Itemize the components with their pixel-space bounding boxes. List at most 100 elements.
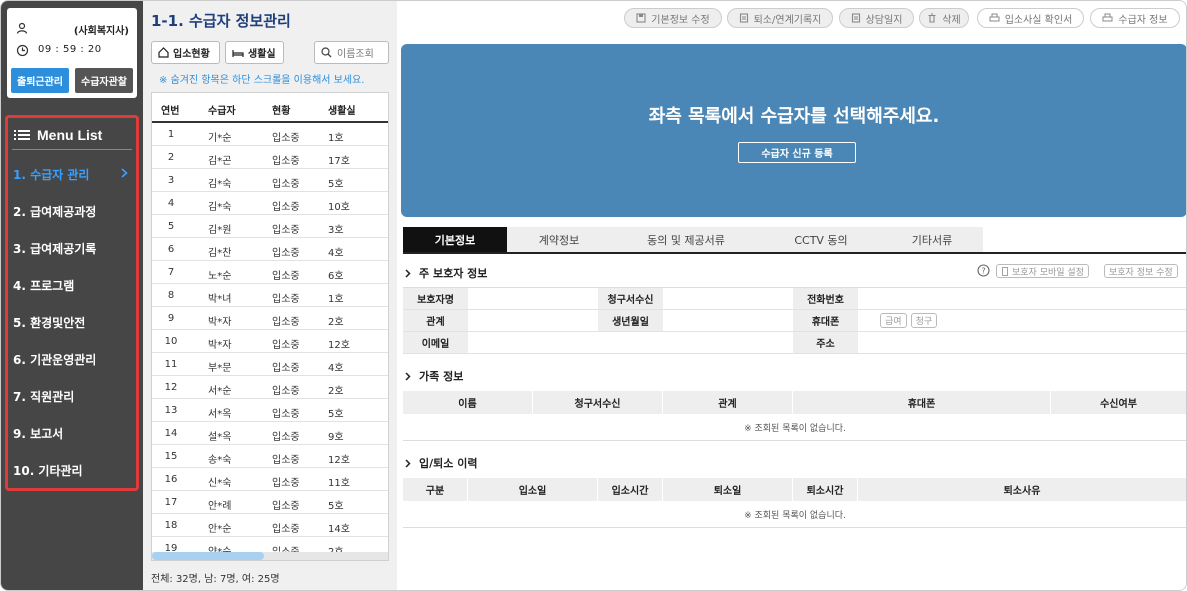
menu-item-label: 7. 직원관리 <box>13 389 75 404</box>
row-room: 2호 <box>328 386 344 397</box>
menu-item-benefit-process[interactable]: 2. 급여제공과정 <box>8 193 136 229</box>
row-name: 기*순 <box>208 133 232 144</box>
table-row[interactable]: 4 김*숙 입소중 10호 <box>152 192 388 215</box>
delete-button[interactable]: 삭제 <box>919 8 969 28</box>
birth-value <box>663 310 793 332</box>
table-row[interactable]: 18 안*순 입소중 14호 <box>152 514 388 537</box>
menu-item-staff[interactable]: 7. 직원관리 <box>8 378 136 414</box>
print-icon <box>1102 13 1113 22</box>
tab-other-docs[interactable]: 기타서류 <box>881 227 983 252</box>
attendance-button[interactable]: 출퇴근관리 <box>11 68 69 93</box>
menu-item-safety[interactable]: 5. 환경및안전 <box>8 304 136 340</box>
table-row[interactable]: 10 박*자 입소중 12호 <box>152 330 388 353</box>
admission-cert-button[interactable]: 입소사실 확인서 <box>977 8 1084 28</box>
bill-badge[interactable]: 청구 <box>910 313 938 328</box>
name-search-input[interactable]: 이름조회 <box>314 41 389 64</box>
table-row[interactable]: 7 노*순 입소중 6호 <box>152 261 388 284</box>
scroll-hint: ※ 숨겨진 항목은 하단 스크롤을 이용해서 보세요. <box>159 75 365 86</box>
menu-item-label: 6. 기관운영관리 <box>13 352 97 367</box>
row-name: 박*자 <box>208 340 232 351</box>
address-value <box>858 332 1186 354</box>
menu-item-program[interactable]: 4. 프로그램 <box>8 267 136 303</box>
room-button[interactable]: 생활실 <box>225 41 284 64</box>
history-col-discharge-date: 퇴소일 <box>663 478 793 501</box>
table-row[interactable]: 3 김*숙 입소중 5호 <box>152 169 388 192</box>
basic-info-edit-button[interactable]: 기본정보 수정 <box>624 8 722 28</box>
table-row[interactable]: 15 송*숙 입소중 12호 <box>152 445 388 468</box>
birth-label: 생년월일 <box>598 310 663 332</box>
row-status: 입소중 <box>272 363 300 374</box>
table-row[interactable]: 8 박*녀 입소중 1호 <box>152 284 388 307</box>
menu-item-label: 9. 보고서 <box>13 426 64 441</box>
row-status: 입소중 <box>272 202 300 213</box>
recipient-info-label: 수급자 정보 <box>1118 14 1168 26</box>
family-empty-message: ※ 조회된 목록이 없습니다. <box>403 414 1186 441</box>
col-name: 수급자 <box>208 106 236 117</box>
row-no: 10 <box>164 336 178 347</box>
guardian-title: 주 보호자 정보 <box>419 267 488 280</box>
horizontal-scrollbar[interactable] <box>152 552 388 560</box>
table-row[interactable]: 11 부*문 입소중 4호 <box>152 353 388 376</box>
table-row[interactable]: 2 김*곤 입소중 17호 <box>152 146 388 169</box>
benefit-badge[interactable]: 급여 <box>880 313 907 328</box>
trash-icon <box>928 13 936 23</box>
history-title: 입/퇴소 이력 <box>419 457 478 470</box>
menu-item-recipient[interactable]: 1. 수급자 관리 <box>8 156 136 192</box>
basic-info-edit-label: 기본정보 수정 <box>651 14 710 26</box>
detail-panel: 기본정보 수정 퇴소/연계기록지 상담일지 삭제 입소사실 확인서 수급자 정보… <box>397 1 1186 590</box>
mobile-label: 휴대폰 <box>793 310 858 332</box>
empty-state-banner: 좌측 목록에서 수급자를 선택해주세요. 수급자 신규 등록 <box>401 44 1186 217</box>
menu-item-benefit-record[interactable]: 3. 급여제공기록 <box>8 230 136 266</box>
guardian-edit-button[interactable]: 보호자 정보 수정 <box>1104 264 1178 278</box>
chevron-right-icon <box>405 268 411 278</box>
table-row[interactable]: 17 안*례 입소중 5호 <box>152 491 388 514</box>
admission-status-button[interactable]: 입소현황 <box>151 41 220 64</box>
row-room: 3호 <box>328 225 344 236</box>
row-no: 7 <box>167 267 175 278</box>
svg-text:?: ? <box>981 267 985 276</box>
row-room: 1호 <box>328 294 344 305</box>
table-row[interactable]: 13 서*옥 입소중 5호 <box>152 399 388 422</box>
scroll-thumb[interactable] <box>152 552 264 560</box>
recipient-observe-button[interactable]: 수급자관찰 <box>75 68 133 93</box>
counsel-log-label: 상담일지 <box>865 14 903 26</box>
row-no: 9 <box>167 313 175 324</box>
help-icon[interactable]: ? <box>977 264 990 277</box>
table-row[interactable]: 6 김*찬 입소중 4호 <box>152 238 388 261</box>
menu-item-institution[interactable]: 6. 기관운영관리 <box>8 341 136 377</box>
discharge-record-label: 퇴소/연계기록지 <box>753 14 822 26</box>
table-row[interactable]: 5 김*원 입소중 3호 <box>152 215 388 238</box>
row-no: 2 <box>167 152 175 163</box>
tab-contract[interactable]: 계약정보 <box>507 227 611 252</box>
recipient-info-button[interactable]: 수급자 정보 <box>1090 8 1180 28</box>
menu-item-report[interactable]: 9. 보고서 <box>8 415 136 451</box>
tab-underline <box>403 252 1186 254</box>
row-name: 안*순 <box>208 524 232 535</box>
table-row[interactable]: 12 서*순 입소중 2호 <box>152 376 388 399</box>
row-name: 박*녀 <box>208 294 232 305</box>
row-room: 10호 <box>328 202 350 213</box>
row-room: 14호 <box>328 524 350 535</box>
table-row[interactable]: 9 박*자 입소중 2호 <box>152 307 388 330</box>
row-no: 13 <box>164 405 178 416</box>
mobile-icon <box>1002 266 1008 276</box>
menu-title-label: Menu List <box>37 127 103 143</box>
row-name: 서*옥 <box>208 409 232 420</box>
table-row[interactable]: 16 신*숙 입소중 11호 <box>152 468 388 491</box>
row-name: 김*찬 <box>208 248 232 259</box>
menu-item-etc[interactable]: 10. 기타관리 <box>8 452 136 488</box>
tab-basic-info[interactable]: 기본정보 <box>403 227 507 252</box>
counsel-log-button[interactable]: 상담일지 <box>839 8 914 28</box>
family-col-mobile: 휴대폰 <box>793 391 1051 414</box>
row-room: 2호 <box>328 317 344 328</box>
row-name: 김*곤 <box>208 156 232 167</box>
guardian-mobile-setting-button[interactable]: 보호자 모바일 설정 <box>996 264 1089 278</box>
discharge-record-button[interactable]: 퇴소/연계기록지 <box>727 8 833 28</box>
new-recipient-button[interactable]: 수급자 신규 등록 <box>738 142 856 163</box>
row-name: 노*순 <box>208 271 232 282</box>
table-row[interactable]: 1 기*순 입소중 1호 <box>152 123 388 146</box>
row-status: 입소중 <box>272 478 300 489</box>
tab-cctv[interactable]: CCTV 동의 <box>761 227 881 252</box>
tab-consent-docs[interactable]: 동의 및 제공서류 <box>611 227 761 252</box>
table-row[interactable]: 14 설*옥 입소중 9호 <box>152 422 388 445</box>
